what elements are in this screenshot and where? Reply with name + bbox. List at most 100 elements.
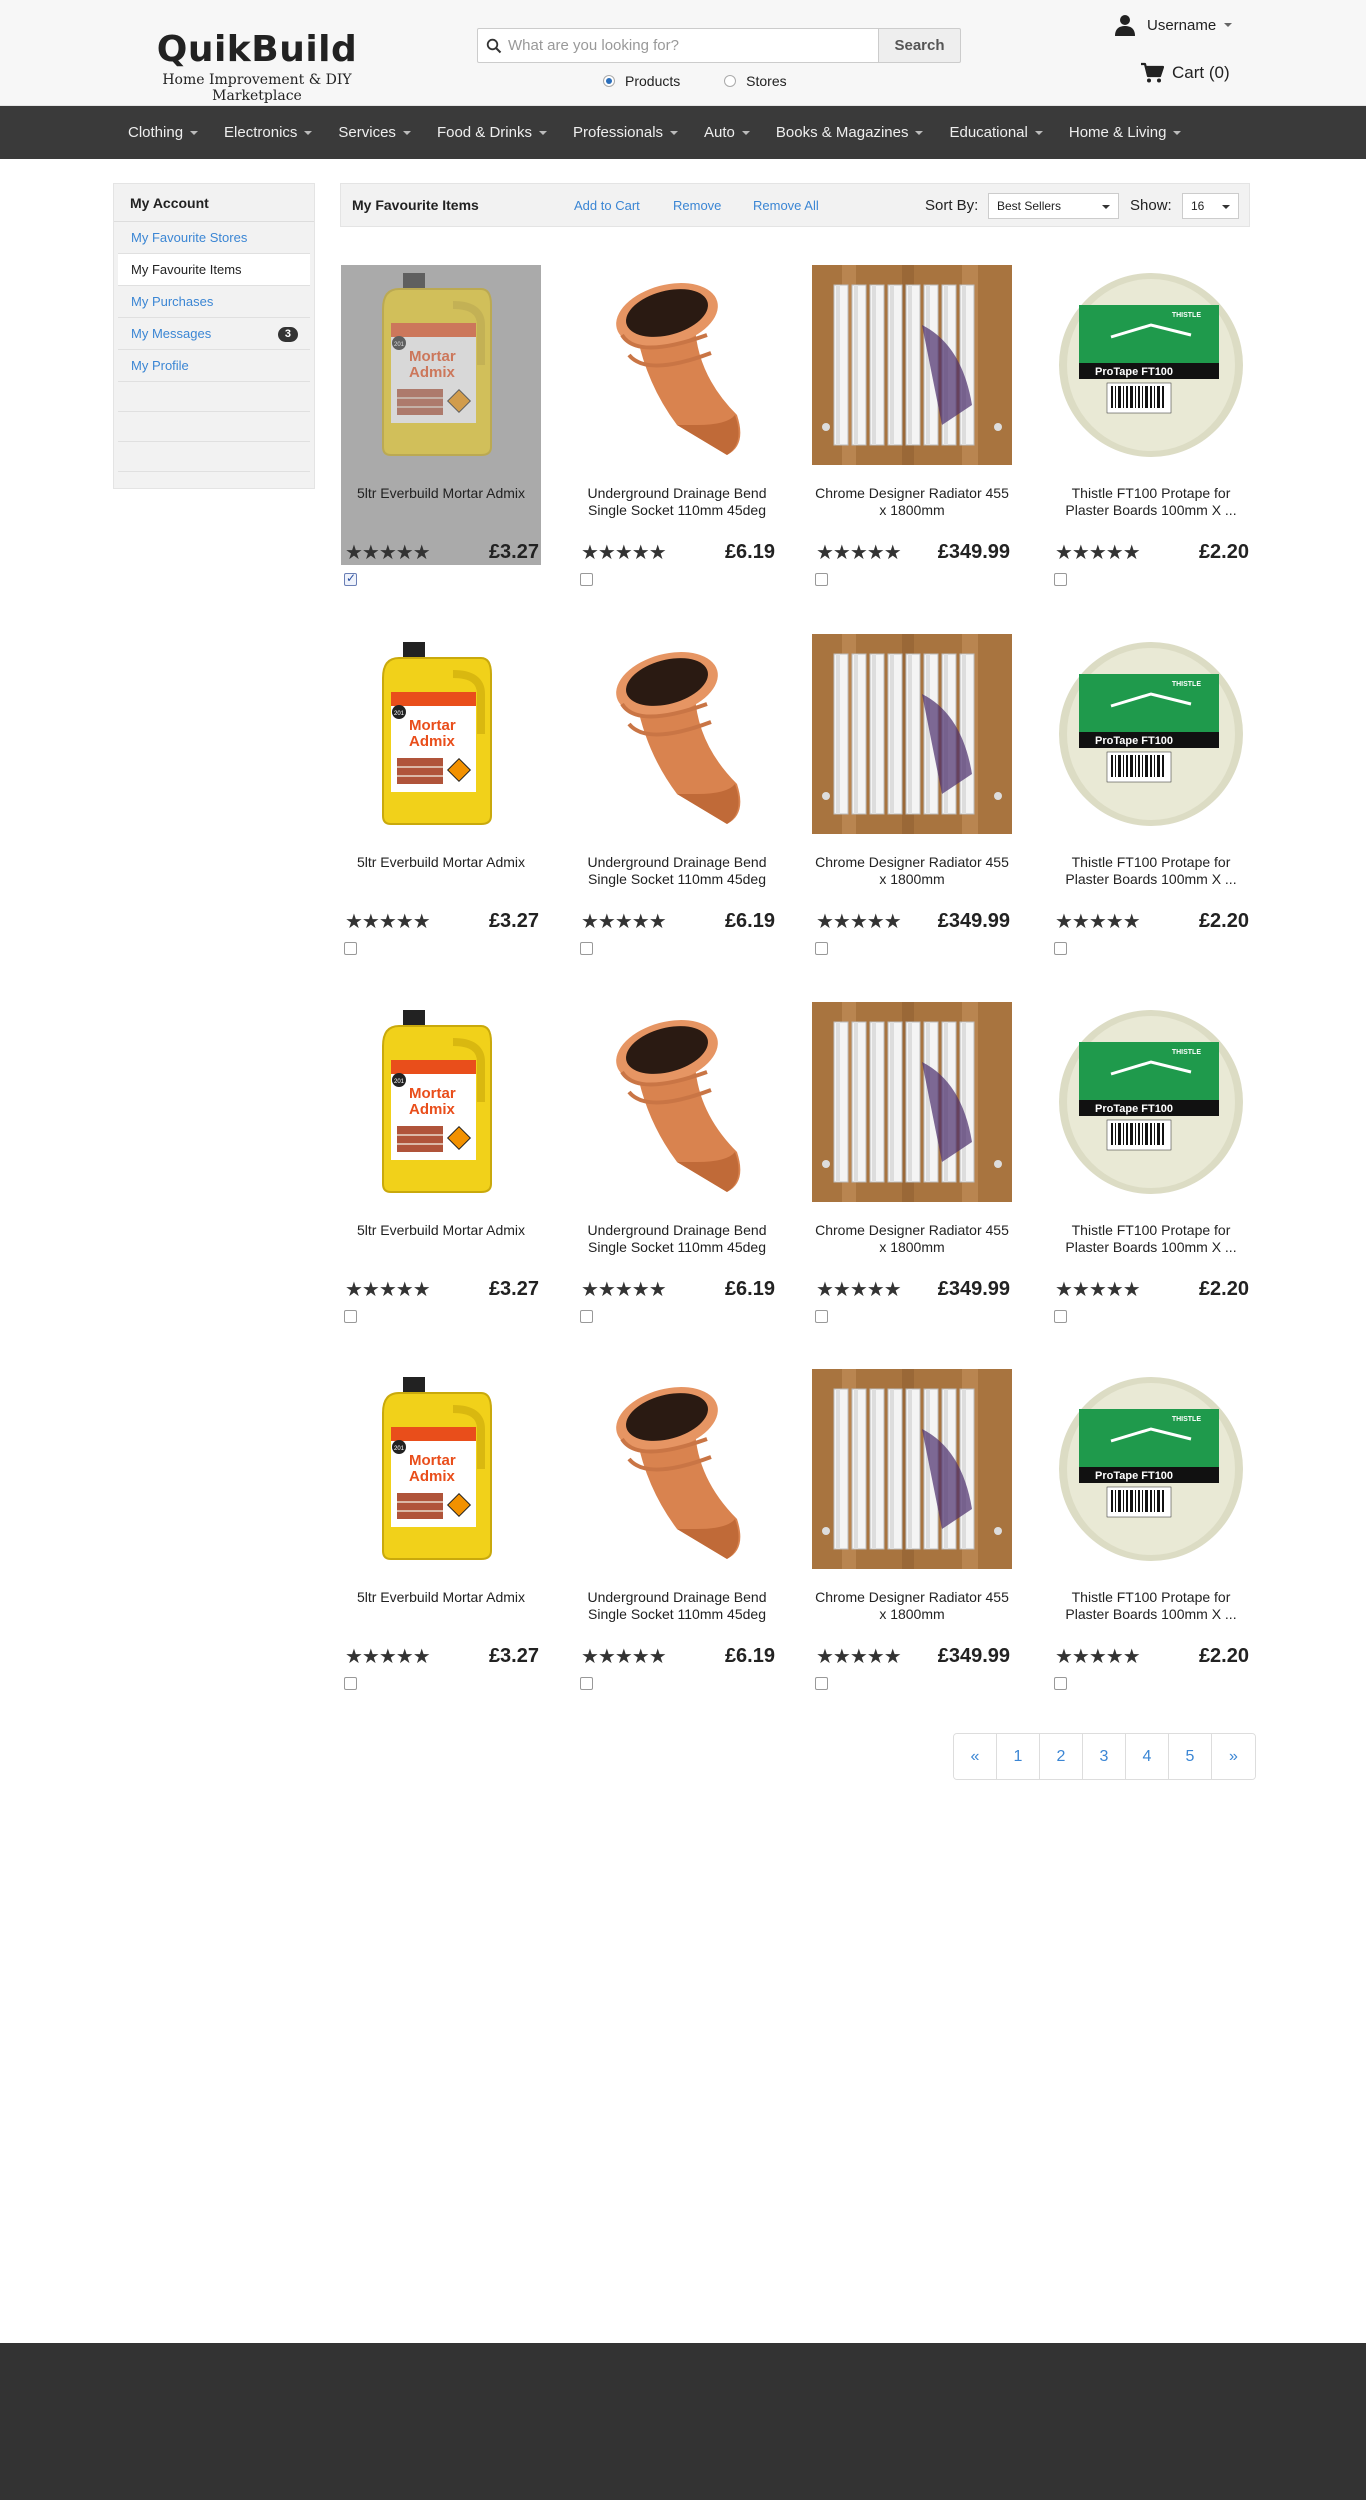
product-image[interactable] [812, 265, 1012, 465]
product-select-checkbox[interactable] [580, 573, 593, 586]
product-image[interactable]: 201 Mortar Admix [341, 634, 541, 834]
product-image[interactable]: 201 Mortar Admix [341, 265, 541, 465]
remove-all-link[interactable]: Remove All [753, 198, 819, 213]
product-name[interactable]: 5ltr Everbuild Mortar Admix [341, 1222, 541, 1239]
product-card[interactable]: Chrome Designer Radiator 455 x 1800mm ★★… [812, 634, 1012, 955]
page-prev-button[interactable]: « [954, 1734, 997, 1779]
product-card[interactable]: Chrome Designer Radiator 455 x 1800mm ★★… [812, 1002, 1012, 1323]
add-to-cart-link[interactable]: Add to Cart [574, 198, 640, 213]
page-1[interactable]: 1 [997, 1734, 1040, 1779]
nav-item-books-magazines[interactable]: Books & Magazines [763, 124, 937, 141]
product-select-checkbox[interactable] [580, 1310, 593, 1323]
sidebar-item-my-profile[interactable]: My Profile [118, 350, 310, 382]
search-input[interactable] [508, 29, 873, 62]
product-image[interactable]: THISTLE ProTape FT100 [1051, 265, 1251, 465]
product-card[interactable]: THISTLE ProTape FT100 Thistle FT100 Prot… [1051, 265, 1251, 586]
product-name[interactable]: Chrome Designer Radiator 455 x 1800mm [812, 1589, 1012, 1623]
page-2[interactable]: 2 [1040, 1734, 1083, 1779]
product-name[interactable]: 5ltr Everbuild Mortar Admix [341, 854, 541, 871]
nav-item-educational[interactable]: Educational [936, 124, 1055, 141]
sidebar-item-my-messages[interactable]: My Messages 3 [118, 318, 310, 350]
product-select-checkbox[interactable] [1054, 573, 1067, 586]
product-image[interactable] [577, 634, 777, 834]
product-card[interactable]: Underground Drainage Bend Single Socket … [577, 265, 777, 586]
product-select-checkbox[interactable] [1054, 942, 1067, 955]
page-3[interactable]: 3 [1083, 1734, 1126, 1779]
product-select-checkbox[interactable] [344, 571, 357, 586]
product-name[interactable]: Thistle FT100 Protape for Plaster Boards… [1051, 485, 1251, 519]
product-name[interactable]: Chrome Designer Radiator 455 x 1800mm [812, 485, 1012, 519]
product-select-checkbox[interactable] [815, 942, 828, 955]
product-name[interactable]: Chrome Designer Radiator 455 x 1800mm [812, 1222, 1012, 1256]
product-select-checkbox[interactable] [344, 1310, 357, 1323]
product-select-checkbox[interactable] [815, 573, 828, 586]
product-image[interactable]: THISTLE ProTape FT100 [1051, 634, 1251, 834]
product-card[interactable]: 201 Mortar Admix 5ltr Everbuild Mortar A… [341, 634, 541, 955]
nav-item-food-drinks[interactable]: Food & Drinks [424, 124, 560, 141]
product-name[interactable]: Underground Drainage Bend Single Socket … [577, 854, 777, 888]
product-name[interactable]: Thistle FT100 Protape for Plaster Boards… [1051, 1222, 1251, 1256]
remove-link[interactable]: Remove [673, 198, 721, 213]
product-card[interactable]: 201 Mortar Admix 5ltr Everbuild Mortar A… [341, 1369, 541, 1690]
page-next-button[interactable]: » [1212, 1734, 1255, 1779]
product-image[interactable] [577, 1369, 777, 1569]
product-image[interactable]: THISTLE ProTape FT100 [1051, 1369, 1251, 1569]
product-select-checkbox[interactable] [815, 1677, 828, 1690]
nav-item-auto[interactable]: Auto [691, 124, 763, 141]
product-name[interactable]: 5ltr Everbuild Mortar Admix [341, 1589, 541, 1606]
product-name[interactable]: Chrome Designer Radiator 455 x 1800mm [812, 854, 1012, 888]
product-card[interactable]: Chrome Designer Radiator 455 x 1800mm ★★… [812, 265, 1012, 586]
product-name[interactable]: Underground Drainage Bend Single Socket … [577, 1222, 777, 1256]
product-card[interactable]: THISTLE ProTape FT100 Thistle FT100 Prot… [1051, 634, 1251, 955]
nav-item-clothing[interactable]: Clothing [115, 124, 211, 141]
product-select-checkbox[interactable] [815, 1310, 828, 1323]
user-menu[interactable]: Username [1113, 13, 1233, 37]
page-5[interactable]: 5 [1169, 1734, 1212, 1779]
sidebar-item-my-purchases[interactable]: My Purchases [118, 286, 310, 318]
sidebar-spacer [118, 382, 310, 412]
product-name[interactable]: Underground Drainage Bend Single Socket … [577, 485, 777, 519]
product-select-checkbox[interactable] [1054, 1310, 1067, 1323]
product-select-checkbox[interactable] [1054, 1677, 1067, 1690]
site-header: QuikBuild Home Improvement & DIY Marketp… [0, 0, 1366, 106]
product-card[interactable]: Chrome Designer Radiator 455 x 1800mm ★★… [812, 1369, 1012, 1690]
product-select-checkbox[interactable] [580, 1677, 593, 1690]
sidebar-item-my-favourite-items[interactable]: My Favourite Items [118, 254, 310, 286]
product-select-checkbox[interactable] [344, 1677, 357, 1690]
product-card[interactable]: 201 Mortar Admix 5ltr Everbuild Mortar A… [341, 265, 541, 586]
cart-icon [1141, 62, 1164, 83]
product-name[interactable]: Thistle FT100 Protape for Plaster Boards… [1051, 854, 1251, 888]
page-4[interactable]: 4 [1126, 1734, 1169, 1779]
nav-item-professionals[interactable]: Professionals [560, 124, 691, 141]
nav-item-services[interactable]: Services [325, 124, 424, 141]
sort-select[interactable]: Best Sellers [988, 193, 1119, 219]
scope-stores-radio[interactable]: Stores [724, 73, 787, 89]
product-card[interactable]: Underground Drainage Bend Single Socket … [577, 634, 777, 955]
product-image[interactable]: 201 Mortar Admix [341, 1369, 541, 1569]
scope-products-radio[interactable]: Products [603, 73, 680, 89]
product-name[interactable]: Thistle FT100 Protape for Plaster Boards… [1051, 1589, 1251, 1623]
sidebar-item-my-favourite-stores[interactable]: My Favourite Stores [118, 222, 310, 254]
product-card[interactable]: THISTLE ProTape FT100 Thistle FT100 Prot… [1051, 1369, 1251, 1690]
product-select-checkbox[interactable] [344, 942, 357, 955]
product-select-checkbox[interactable] [580, 942, 593, 955]
nav-item-home-living[interactable]: Home & Living [1056, 124, 1195, 141]
product-name[interactable]: Underground Drainage Bend Single Socket … [577, 1589, 777, 1623]
product-card[interactable]: Underground Drainage Bend Single Socket … [577, 1002, 777, 1323]
show-select[interactable]: 16 [1182, 193, 1239, 219]
product-image[interactable] [577, 1002, 777, 1202]
product-image[interactable] [812, 634, 1012, 834]
product-image[interactable] [812, 1369, 1012, 1569]
product-image[interactable]: THISTLE ProTape FT100 [1051, 1002, 1251, 1202]
search-button[interactable]: Search [879, 28, 961, 63]
product-card[interactable]: 201 Mortar Admix 5ltr Everbuild Mortar A… [341, 1002, 541, 1323]
site-logo[interactable]: QuikBuild Home Improvement & DIY Marketp… [122, 30, 392, 105]
product-name[interactable]: 5ltr Everbuild Mortar Admix [341, 485, 541, 502]
product-card[interactable]: THISTLE ProTape FT100 Thistle FT100 Prot… [1051, 1002, 1251, 1323]
product-card[interactable]: Underground Drainage Bend Single Socket … [577, 1369, 777, 1690]
product-image[interactable] [812, 1002, 1012, 1202]
product-image[interactable]: 201 Mortar Admix [341, 1002, 541, 1202]
cart-link[interactable]: Cart (0) [1140, 62, 1230, 84]
nav-item-electronics[interactable]: Electronics [211, 124, 325, 141]
product-image[interactable] [577, 265, 777, 465]
